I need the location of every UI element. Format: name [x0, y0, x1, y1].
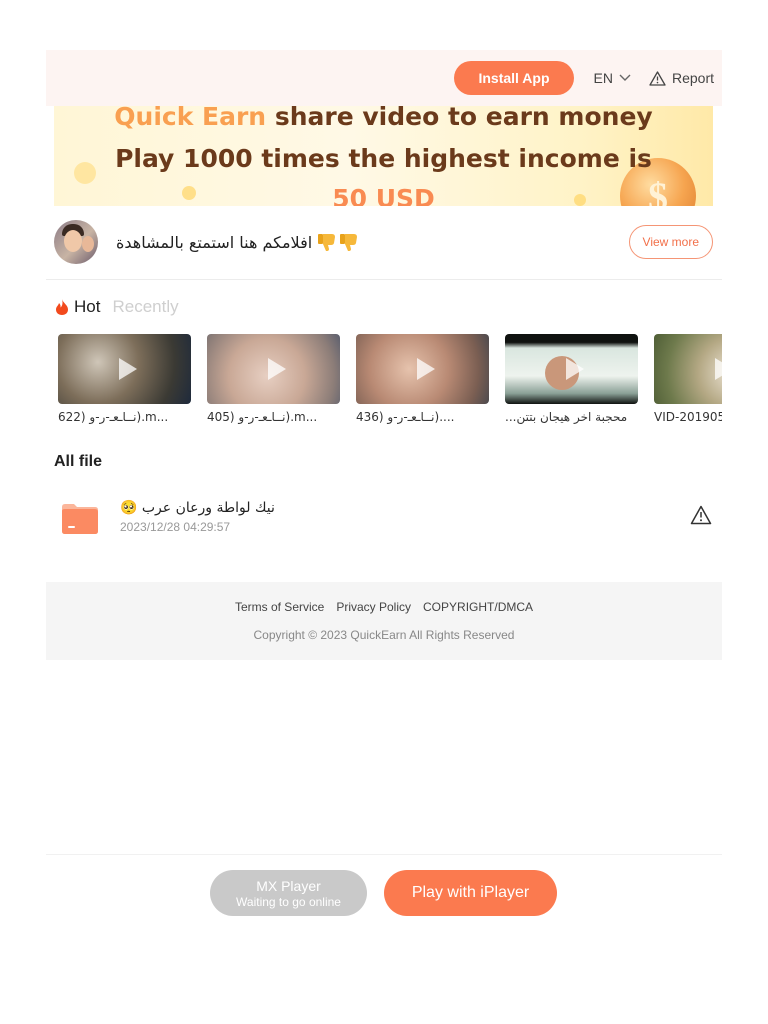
video-title: 405) نــاـعـ-ر-و).m...: [207, 410, 318, 424]
file-name: نيك لواطة ورعان عرب 🥺: [120, 500, 275, 516]
play-icon: [565, 358, 584, 380]
video-title: محجبة اخر هيجان بتتن...: [505, 410, 628, 424]
mx-player-status: Waiting to go online: [236, 894, 341, 909]
avatar[interactable]: [54, 220, 98, 264]
video-card[interactable]: محجبة اخر هيجان بتتن...: [505, 334, 638, 424]
video-card[interactable]: VID-201905...: [654, 334, 722, 424]
video-card[interactable]: 436) نــاـعـ-ر-و)....: [356, 334, 489, 424]
view-more-button[interactable]: View more: [628, 225, 713, 259]
video-thumbnail[interactable]: [207, 334, 340, 404]
footer-links: Terms of Service Privacy Policy COPYRIGH…: [229, 600, 539, 614]
tab-hot[interactable]: Hot: [54, 297, 100, 317]
dmca-link[interactable]: COPYRIGHT/DMCA: [423, 600, 533, 614]
profile-row: افلامكم هنا استمتع بالمشاهدة View more: [54, 220, 713, 264]
page: Install App EN Report $ Quick Earn share…: [0, 0, 768, 1024]
file-date: 2023/12/28 04:29:57: [120, 520, 231, 534]
tab-recently[interactable]: Recently: [112, 297, 178, 317]
tab-bar: Hot Recently: [54, 295, 179, 319]
thumbs-down-icon: [318, 234, 336, 251]
play-with-iplayer-button[interactable]: Play with iPlayer: [384, 870, 557, 916]
play-icon: [714, 358, 722, 380]
all-file-heading: All file: [54, 453, 103, 470]
language-selector[interactable]: EN: [594, 70, 631, 86]
file-info: نيك لواطة ورعان عرب 🥺 2023/12/28 04:29:5…: [120, 500, 275, 534]
banner-headline-text: share video to earn money: [266, 106, 653, 131]
privacy-link[interactable]: Privacy Policy: [336, 600, 411, 614]
install-app-button[interactable]: Install App: [454, 61, 574, 95]
banner-subline: Play 1000 times the highest income is: [115, 144, 652, 173]
video-thumbnail[interactable]: [58, 334, 191, 404]
video-title: VID-201905...: [654, 410, 722, 424]
banner-brand: Quick Earn: [114, 106, 267, 131]
mx-player-label: MX Player: [256, 877, 321, 894]
report-link[interactable]: Report: [649, 70, 714, 86]
profile-name: افلامكم هنا استمتع بالمشاهدة: [116, 232, 313, 252]
report-label: Report: [671, 70, 714, 86]
tab-recently-label: Recently: [112, 297, 179, 316]
warning-icon: [690, 505, 712, 525]
video-card[interactable]: 405) نــاـعـ-ر-و).m...: [207, 334, 340, 424]
chevron-down-icon: [619, 74, 631, 81]
file-report-button[interactable]: [690, 505, 712, 529]
hot-video-strip[interactable]: 622) نــاـعـ-ر-و).m... 405) نــاـعـ-ر-و)…: [58, 334, 722, 434]
thumbs-down-icon: [340, 234, 358, 251]
fire-icon: [56, 299, 68, 315]
thumbs-down-emoji: [316, 231, 360, 253]
language-label: EN: [593, 70, 613, 86]
video-thumbnail[interactable]: [356, 334, 489, 404]
warning-icon: [649, 70, 666, 86]
divider: [46, 279, 722, 280]
play-icon: [416, 358, 435, 380]
video-thumbnail[interactable]: [654, 334, 722, 404]
video-card[interactable]: 622) نــاـعـ-ر-و).m...: [58, 334, 191, 424]
mx-player-button[interactable]: MX Player Waiting to go online: [210, 870, 367, 916]
avatar-face: [64, 230, 82, 252]
tab-hot-label: Hot: [74, 297, 101, 316]
video-title: 622) نــاـعـ-ر-و).m...: [58, 410, 169, 424]
banner-amount: 50 USD: [332, 184, 435, 206]
file-row[interactable]: نيك لواطة ورعان عرب 🥺 2023/12/28 04:29:5…: [54, 492, 718, 542]
video-thumbnail[interactable]: [505, 334, 638, 404]
banner-headline: Quick Earn share video to earn money: [54, 106, 713, 131]
play-icon: [267, 358, 286, 380]
video-title: 436) نــاـعـ-ر-و)....: [356, 410, 455, 424]
divider: [46, 854, 722, 855]
terms-link[interactable]: Terms of Service: [235, 600, 324, 614]
top-header: Install App EN Report: [46, 50, 722, 106]
play-icon: [118, 358, 137, 380]
copyright-text: Copyright © 2023 QuickEarn All Rights Re…: [253, 628, 515, 642]
avatar-face: [82, 236, 94, 252]
footer: Terms of Service Privacy Policy COPYRIGH…: [46, 582, 722, 660]
promo-banner[interactable]: $ Quick Earn share video to earn money P…: [54, 106, 713, 206]
folder-icon: [60, 497, 100, 537]
